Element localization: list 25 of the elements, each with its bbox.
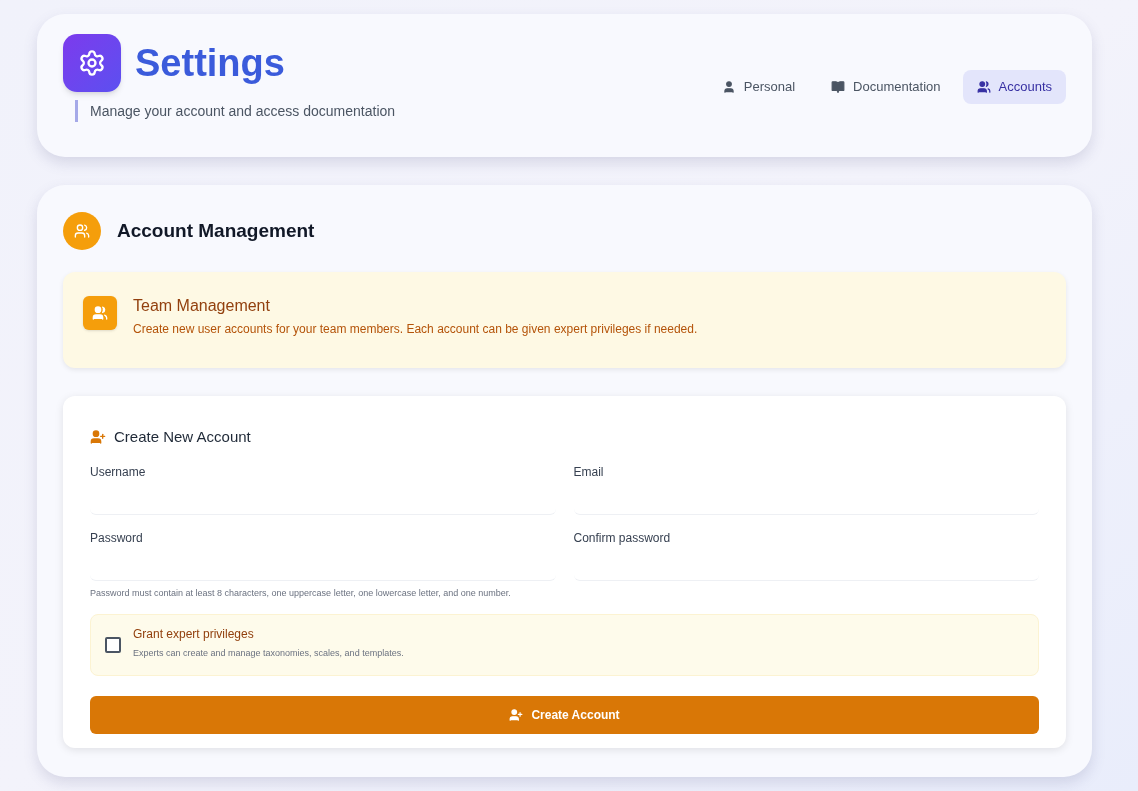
- field-label: Password: [90, 529, 144, 547]
- page-subtitle: Manage your account and access documentation: [90, 101, 396, 121]
- add-user-icon: [90, 429, 106, 446]
- privileges-label: Grant expert privileges: [133, 626, 255, 644]
- notice-title: Team Management: [133, 296, 271, 316]
- page-title: Settings: [135, 40, 285, 86]
- form-title: Create New Account: [114, 427, 251, 447]
- nav-tab[interactable]: Documentation: [817, 70, 955, 104]
- settings-icon: [78, 49, 106, 77]
- book-icon: [831, 80, 846, 94]
- nav-tab[interactable]: Accounts: [962, 70, 1066, 104]
- people-icon: [92, 305, 108, 321]
- privileges-text: Experts can create and manage taxonomies, scales, and templates.: [133, 647, 404, 661]
- nav-tab[interactable]: Personal: [707, 70, 810, 104]
- notice-text: Create new user accounts for your team members. Each account can be given expert privileges if needed.: [133, 321, 698, 338]
- add-user-icon: [509, 708, 524, 722]
- section-title: Account Management: [117, 218, 315, 243]
- people-icon: [976, 80, 991, 94]
- person-icon: [721, 80, 736, 94]
- checkbox[interactable]: [105, 637, 121, 653]
- field-label: Confirm password: [573, 529, 672, 547]
- field-label: Email: [573, 463, 605, 481]
- field-label: Username: [90, 463, 147, 481]
- password-hint: Password must contain at least 8 characters, one uppercase letter, one lowercase letter, and one number.: [90, 586, 512, 600]
- people-icon: [74, 223, 90, 239]
